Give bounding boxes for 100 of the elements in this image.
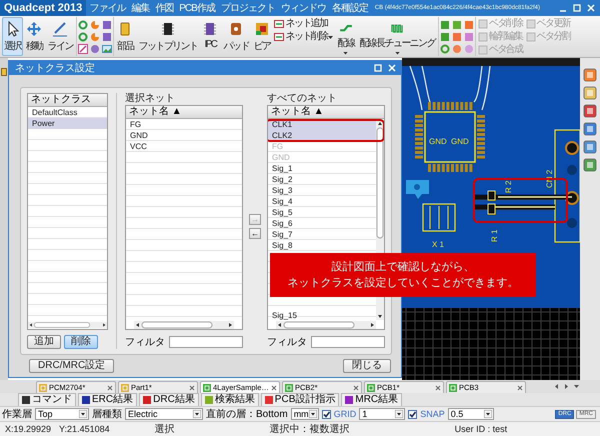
tool-button[interactable]: 配線長チューニング [357, 17, 437, 56]
dropdown-field[interactable]: 1 [359, 408, 406, 420]
menu-item[interactable]: ファイル [86, 1, 128, 15]
panel-tab[interactable]: MRC結果 [341, 393, 402, 406]
panel-tab[interactable]: DRC結果 [139, 393, 199, 406]
list-item[interactable]: Power [28, 118, 108, 129]
panel-tab[interactable]: PCB設計指示 [260, 393, 340, 406]
list-item[interactable]: Sig_1 [268, 163, 376, 174]
column-header[interactable]: ネット名 ▲ [268, 106, 384, 119]
caret-icon [328, 36, 334, 38]
close-icon[interactable] [271, 384, 277, 390]
document-icon[interactable] [583, 68, 597, 82]
circle-icon[interactable] [78, 32, 88, 42]
list-item[interactable]: Sig_5 [268, 207, 376, 218]
list-item[interactable]: Sig_15 [268, 310, 376, 321]
square-icon[interactable] [440, 20, 450, 30]
tool-button[interactable]: ネット追加 [274, 18, 334, 30]
panel-icon [264, 396, 273, 404]
square-icon[interactable] [102, 32, 112, 42]
horizontal-scrollbar[interactable] [28, 321, 108, 329]
picture-icon[interactable] [583, 158, 597, 172]
layers-icon[interactable] [583, 104, 597, 118]
close-icon[interactable] [189, 384, 195, 390]
checkbox[interactable] [408, 410, 418, 418]
filter-field[interactable] [169, 336, 243, 348]
close-icon[interactable] [353, 384, 359, 390]
dropdown-field[interactable]: mm [290, 408, 319, 420]
tool-button[interactable]: ライン [46, 17, 75, 56]
scroll-left-icon[interactable] [553, 383, 560, 390]
list-item[interactable]: Sig_6 [268, 218, 376, 229]
pcb-label: X 1 [432, 240, 444, 249]
windows-icon[interactable] [583, 140, 597, 154]
list-item[interactable]: Sig_8 [268, 240, 376, 251]
column-header[interactable]: ネットクラス [28, 94, 108, 107]
maximize-icon[interactable] [573, 4, 581, 12]
filter-field[interactable] [311, 336, 385, 348]
circle-icon[interactable] [78, 20, 88, 30]
settings-button[interactable]: DRC/MRC設定 [29, 359, 114, 373]
close-button[interactable]: 閉じる [343, 359, 391, 373]
field-label: 層種類 [92, 408, 122, 421]
dropdown-icon[interactable] [573, 383, 580, 390]
square-icon[interactable] [102, 20, 112, 30]
square-icon[interactable] [452, 20, 462, 30]
pcb-label: R 2 [504, 180, 513, 193]
panel-tab[interactable]: ERC結果 [78, 393, 138, 406]
move-button[interactable]: ← [249, 228, 261, 238]
filter-label: フィルタ [267, 336, 307, 349]
close-icon[interactable] [107, 384, 113, 390]
square-icon[interactable] [464, 20, 474, 30]
tool-button[interactable]: 選択 [2, 17, 23, 56]
dialog-button[interactable]: 追加 [27, 335, 61, 349]
arc-icon[interactable] [90, 20, 100, 30]
pen-icon[interactable] [78, 44, 88, 54]
menu-item[interactable]: 作図 [152, 1, 176, 15]
tool-button[interactable]: ネット削除 [274, 31, 334, 43]
list-item[interactable]: DefaultClass [28, 107, 108, 118]
square-icon[interactable] [464, 32, 474, 42]
tool-button[interactable]: ビア [252, 17, 272, 56]
menu-item[interactable]: 各種設定 [328, 1, 371, 15]
menu-item[interactable]: 編集 [128, 1, 152, 15]
scroll-right-icon[interactable] [563, 383, 570, 390]
disc-icon[interactable] [90, 44, 100, 54]
tool-button[interactable]: パッド [221, 17, 251, 56]
dropdown-field[interactable]: 0.5 [448, 408, 494, 420]
square-icon[interactable] [440, 32, 450, 42]
list-item[interactable]: FG [126, 119, 242, 130]
panel-tab[interactable]: 検索結果 [200, 393, 259, 406]
close-icon[interactable] [435, 384, 441, 390]
maximize-icon[interactable] [374, 64, 382, 72]
column-header[interactable]: ネット名 ▲ [126, 106, 242, 119]
square-icon[interactable] [452, 32, 462, 42]
book-icon[interactable] [583, 86, 597, 100]
list-item[interactable]: VCC [126, 141, 242, 152]
circle-icon[interactable] [440, 44, 450, 54]
disc-icon[interactable] [452, 44, 462, 54]
list-item[interactable]: Sig_3 [268, 185, 376, 196]
checkbox[interactable] [322, 410, 331, 418]
panel-tab[interactable]: コマンド [18, 393, 76, 406]
tool-button[interactable]: IPC [200, 17, 220, 56]
arc-icon[interactable] [90, 32, 100, 42]
list-item[interactable]: CLK2 [268, 130, 376, 141]
tool-button[interactable]: フットプリント [136, 17, 200, 56]
menu-item[interactable]: ウィンドウ [278, 1, 329, 15]
status-text: User ID : test [454, 424, 508, 434]
menu-item[interactable]: PCB作成 [176, 1, 218, 15]
list-item[interactable]: Sig_7 [268, 229, 376, 240]
dialog-button[interactable]: 削除 [64, 335, 98, 349]
tool-button[interactable]: 配線 [335, 17, 356, 56]
list-item[interactable]: GND [126, 130, 242, 141]
dropdown-field[interactable]: Electric [125, 408, 203, 420]
close-icon[interactable] [517, 384, 523, 390]
panel-icon[interactable] [1, 68, 7, 76]
image-icon[interactable] [102, 44, 112, 54]
dropdown-field[interactable]: Top [35, 408, 89, 420]
tool-button[interactable]: 部品 [114, 17, 136, 56]
tool-button[interactable]: 移動 [24, 17, 45, 56]
speech-icon[interactable] [583, 122, 597, 136]
list-item[interactable]: Sig_2 [268, 174, 376, 185]
list-item[interactable]: Sig_4 [268, 196, 376, 207]
menu-item[interactable]: プロジェクト [218, 1, 278, 15]
